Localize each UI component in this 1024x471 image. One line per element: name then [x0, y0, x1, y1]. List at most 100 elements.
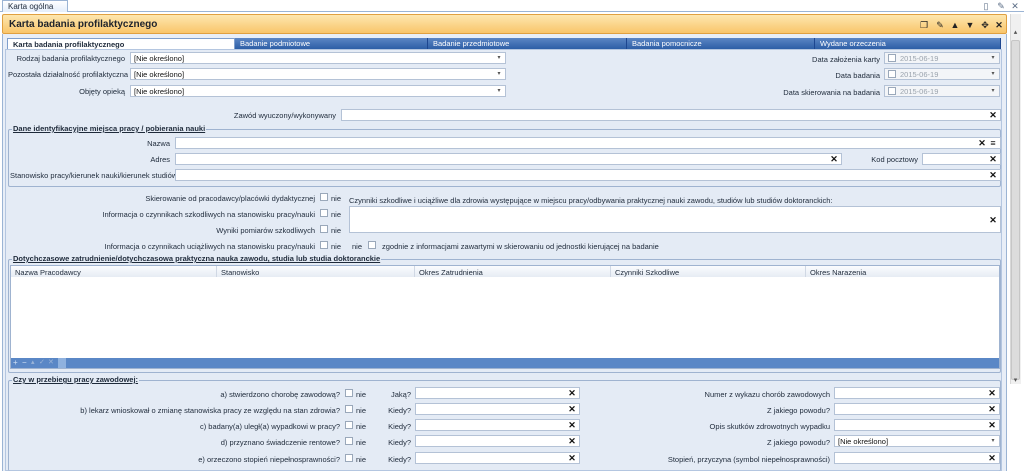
- history-right-input[interactable]: ✕: [834, 419, 1000, 431]
- move-down-icon[interactable]: ▼: [964, 19, 976, 31]
- czynniki-label: Czynniki szkodliwe i uciążliwe dla zdrow…: [349, 196, 833, 205]
- chevron-down-icon[interactable]: ▾: [495, 86, 503, 96]
- move-up-record-icon[interactable]: ▴: [31, 358, 35, 368]
- data-badania-field[interactable]: 2015-06-19 ▾: [884, 68, 1000, 80]
- objety-value: [Nie określono]: [134, 87, 185, 96]
- chevron-down-icon[interactable]: ▾: [495, 53, 503, 63]
- data-zalozenia-field[interactable]: 2015-06-19 ▾: [884, 52, 1000, 64]
- clear-icon[interactable]: ✕: [829, 154, 839, 164]
- drag-move-icon[interactable]: ✥: [979, 19, 991, 31]
- clear-icon[interactable]: ✕: [987, 453, 997, 463]
- history-right-input[interactable]: ✕: [834, 403, 1000, 415]
- chevron-down-icon[interactable]: ▾: [495, 69, 503, 79]
- objety-select[interactable]: [Nie określono] ▾: [130, 85, 506, 97]
- window-header: Karta badania profilaktycznego ❐ ✎ ▲ ▼ ✥…: [2, 14, 1007, 34]
- chevron-down-icon[interactable]: ▾: [989, 436, 997, 446]
- informacja-uciazliwe-checkbox[interactable]: [320, 241, 328, 249]
- grid-scroll-left[interactable]: [58, 358, 66, 368]
- history-mid-input[interactable]: ✕: [415, 435, 580, 447]
- history-right-input[interactable]: ✕: [834, 452, 1000, 464]
- scroll-down-icon[interactable]: ▾: [1010, 376, 1021, 386]
- data-skierowania-field[interactable]: 2015-06-19 ▾: [884, 85, 1000, 97]
- adres-input[interactable]: ✕: [175, 153, 842, 165]
- stanowisko-input[interactable]: ✕: [175, 169, 1001, 181]
- informacja-szkodliwe-checkbox[interactable]: [320, 209, 328, 217]
- skierowanie-checkbox[interactable]: [320, 193, 328, 201]
- clear-icon[interactable]: ✕: [567, 436, 577, 446]
- history-checkbox[interactable]: [345, 389, 353, 397]
- column-header[interactable]: Stanowisko: [217, 266, 415, 277]
- tab-badania-pomocnicze[interactable]: Badania pomocnicze: [627, 38, 815, 49]
- clear-icon[interactable]: ✕: [988, 110, 998, 120]
- clear-icon[interactable]: ✕: [567, 420, 577, 430]
- rodzaj-select[interactable]: [Nie określono] ▾: [130, 52, 506, 64]
- chevron-down-icon[interactable]: ▾: [989, 86, 997, 96]
- history-right-select[interactable]: [Nie określono] ▾: [834, 435, 1000, 447]
- wyniki-pomiarow-checkbox[interactable]: [320, 225, 328, 233]
- history-mid-input[interactable]: ✕: [415, 403, 580, 415]
- history-checkbox[interactable]: [345, 437, 353, 445]
- dropdown-list-icon[interactable]: ≡: [988, 138, 998, 148]
- history-mid-input[interactable]: ✕: [415, 419, 580, 431]
- tab-wydane-orzeczenia[interactable]: Wydane orzeczenia: [815, 38, 1001, 49]
- zawod-input[interactable]: ✕: [341, 109, 1001, 121]
- column-header[interactable]: Czynniki Szkodliwe: [611, 266, 806, 277]
- zgodnie-checkbox[interactable]: [368, 241, 376, 249]
- nazwa-input[interactable]: ✕ ≡: [175, 137, 1001, 149]
- remove-record-icon[interactable]: −: [22, 358, 27, 368]
- skierowanie-label: Skierowanie od pracodawcy/placówki dydak…: [145, 194, 315, 203]
- pozostala-select[interactable]: [Nie określono] ▾: [130, 68, 506, 80]
- clear-icon[interactable]: ✕: [988, 215, 998, 225]
- tab-badanie-przedmiotowe[interactable]: Badanie przedmiotowe: [428, 38, 627, 49]
- clear-icon[interactable]: ✕: [567, 404, 577, 414]
- cancel-record-icon[interactable]: ✕: [48, 358, 54, 368]
- history-mid-label: Jaką?: [390, 390, 411, 399]
- data-zalozenia-value: 2015-06-19: [900, 54, 939, 63]
- czynniki-textarea[interactable]: ✕: [349, 206, 1001, 233]
- close-window-icon[interactable]: ✕: [993, 19, 1005, 31]
- history-checkbox[interactable]: [345, 405, 353, 413]
- new-document-icon[interactable]: ▯: [981, 1, 991, 11]
- clear-icon[interactable]: ✕: [977, 138, 987, 148]
- chevron-down-icon[interactable]: ▾: [989, 69, 997, 79]
- column-header[interactable]: Okres Narazenia: [806, 266, 999, 277]
- edit-record-icon[interactable]: ✓: [39, 358, 45, 368]
- column-header[interactable]: Okres Zatrudnienia: [415, 266, 611, 277]
- column-header[interactable]: Nazwa Pracodawcy: [11, 266, 217, 277]
- edit-pencil-icon[interactable]: ✎: [996, 1, 1006, 11]
- history-right-label: Z jakiego powodu?: [767, 438, 830, 447]
- date-checkbox[interactable]: [888, 70, 896, 78]
- data-skierowania-label: Data skierowania na badania: [783, 88, 880, 97]
- tab-karta-ogolna[interactable]: Karta ogólna: [2, 0, 68, 12]
- close-icon[interactable]: ✕: [1010, 1, 1020, 11]
- scroll-up-icon[interactable]: ▴: [1010, 28, 1021, 38]
- history-nie-label: nie: [356, 422, 367, 431]
- data-zalozenia-label: Data założenia karty: [812, 55, 880, 64]
- clear-icon[interactable]: ✕: [987, 420, 997, 430]
- chevron-down-icon[interactable]: ▾: [989, 53, 997, 63]
- clear-icon[interactable]: ✕: [988, 170, 998, 180]
- history-right-input[interactable]: ✕: [834, 387, 1000, 399]
- history-question: b) lekarz wnioskował o zmianę stanowiska…: [80, 406, 340, 415]
- clear-icon[interactable]: ✕: [987, 404, 997, 414]
- history-mid-input[interactable]: ✕: [415, 387, 580, 399]
- clear-icon[interactable]: ✕: [988, 154, 998, 164]
- clear-icon[interactable]: ✕: [987, 388, 997, 398]
- date-checkbox[interactable]: [888, 54, 896, 62]
- date-checkbox[interactable]: [888, 87, 896, 95]
- kod-pocztowy-input[interactable]: ✕: [922, 153, 1001, 165]
- edit-icon[interactable]: ✎: [934, 19, 946, 31]
- pozostala-label: Pozostała działalność profilaktyczna: [8, 70, 129, 79]
- history-checkbox[interactable]: [345, 454, 353, 462]
- clear-icon[interactable]: ✕: [567, 453, 577, 463]
- copy-icon[interactable]: ❐: [918, 19, 930, 31]
- history-mid-label: Kiedy?: [388, 455, 411, 464]
- move-up-icon[interactable]: ▲: [949, 19, 961, 31]
- tab-badanie-podmiotowe[interactable]: Badanie podmiotowe: [235, 38, 428, 49]
- history-checkbox[interactable]: [345, 421, 353, 429]
- scrollbar-thumb[interactable]: [1011, 40, 1020, 380]
- clear-icon[interactable]: ✕: [567, 388, 577, 398]
- add-record-icon[interactable]: +: [13, 358, 18, 368]
- history-mid-input[interactable]: ✕: [415, 452, 580, 464]
- history-nie-label: nie: [356, 406, 367, 415]
